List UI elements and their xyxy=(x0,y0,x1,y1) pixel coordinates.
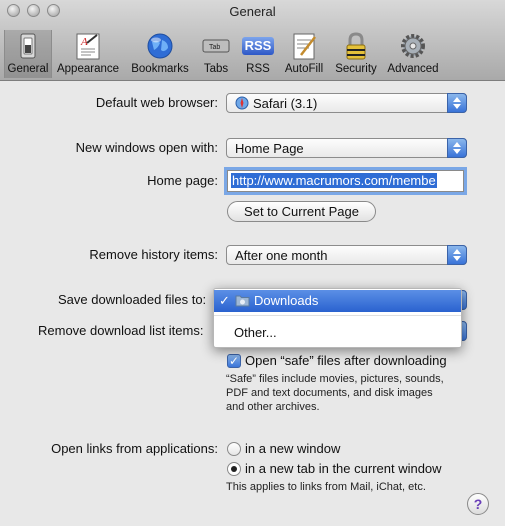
menu-separator xyxy=(214,315,461,316)
tabs-icon: Tab xyxy=(202,39,230,53)
new-windows-value: Home Page xyxy=(235,141,304,156)
menu-item-downloads[interactable]: ✓ Downloads xyxy=(214,290,461,312)
radio-new-window[interactable] xyxy=(227,442,241,456)
switch-icon xyxy=(20,33,36,59)
tab-appearance[interactable]: A Appearance xyxy=(55,30,121,78)
folder-icon xyxy=(235,295,250,307)
tab-rss[interactable]: RSS RSS xyxy=(238,30,278,78)
lock-icon xyxy=(346,32,366,60)
safe-note-line-3: and other archives. xyxy=(226,401,320,413)
remove-history-value: After one month xyxy=(235,248,328,263)
popup-arrows-icon xyxy=(447,93,467,113)
rss-icon: RSS xyxy=(242,37,274,55)
menu-item-other-label: Other... xyxy=(234,325,277,340)
tab-advanced[interactable]: Advanced xyxy=(385,30,441,78)
radio-new-tab-label: in a new tab in the current window xyxy=(245,461,442,476)
radio-new-window-label: in a new window xyxy=(245,441,341,456)
tab-tabs[interactable]: Tab Tabs xyxy=(197,30,235,78)
preferences-window: General General A Appearance Bookmarks T… xyxy=(0,0,505,526)
new-windows-popup[interactable]: Home Page xyxy=(226,138,467,158)
tab-autofill-label: AutoFill xyxy=(284,63,324,75)
globe-icon xyxy=(147,33,173,59)
links-note: This applies to links from Mail, iChat, … xyxy=(226,481,426,493)
tabs-icon-text: Tab xyxy=(209,44,220,51)
tab-tabs-label: Tabs xyxy=(203,63,229,75)
checkmark-icon: ✓ xyxy=(219,293,230,308)
default-browser-popup[interactable]: Safari (3.1) xyxy=(226,93,467,113)
save-downloads-label: Save downloaded files to: xyxy=(58,292,207,307)
tab-appearance-label: Appearance xyxy=(56,63,120,75)
safe-note-line-1: “Safe” files include movies, pictures, s… xyxy=(226,373,444,385)
tab-autofill[interactable]: AutoFill xyxy=(281,30,327,78)
menu-item-downloads-label: Downloads xyxy=(254,293,319,308)
safe-note-line-2: PDF and text documents, and disk images xyxy=(226,387,433,399)
autofill-icon xyxy=(293,33,316,60)
open-links-label: Open links from applications: xyxy=(51,441,218,456)
tab-security[interactable]: Security xyxy=(331,30,381,78)
tab-rss-label: RSS xyxy=(246,63,270,75)
window-title: General xyxy=(229,4,276,19)
help-button[interactable]: ? xyxy=(467,493,489,515)
new-windows-label: New windows open with: xyxy=(75,140,218,155)
remove-history-label: Remove history items: xyxy=(89,247,218,262)
safari-icon xyxy=(235,96,249,110)
set-to-current-page-button[interactable]: Set to Current Page xyxy=(227,201,376,222)
tab-bookmarks-label: Bookmarks xyxy=(131,63,189,75)
appearance-icon: A xyxy=(76,33,100,60)
home-page-label: Home page: xyxy=(147,173,218,188)
tab-security-label: Security xyxy=(335,63,377,75)
default-browser-value: Safari (3.1) xyxy=(253,96,318,111)
remove-history-popup[interactable]: After one month xyxy=(226,245,467,265)
open-safe-checkbox[interactable]: ✓ xyxy=(227,354,241,368)
gear-icon xyxy=(401,34,425,58)
radio-new-tab[interactable] xyxy=(227,462,241,476)
open-safe-label: Open “safe” files after downloading xyxy=(245,353,447,368)
tab-advanced-label: Advanced xyxy=(387,63,439,75)
default-browser-label: Default web browser: xyxy=(95,95,218,110)
popup-arrows-icon xyxy=(447,245,467,265)
home-page-input[interactable]: http://www.macrumors.com/membe xyxy=(227,170,464,192)
tab-general-label: General xyxy=(7,63,49,75)
menu-item-other[interactable]: Other... xyxy=(214,322,461,344)
popup-arrows-icon xyxy=(447,138,467,158)
home-page-value: http://www.macrumors.com/membe xyxy=(231,173,437,188)
toolbar: General General A Appearance Bookmarks T… xyxy=(0,0,505,81)
remove-download-label: Remove download list items: xyxy=(38,323,204,338)
tab-bookmarks[interactable]: Bookmarks xyxy=(127,30,193,78)
tab-general[interactable]: General xyxy=(4,30,52,78)
downloads-location-menu: ✓ Downloads Other... xyxy=(213,288,462,348)
